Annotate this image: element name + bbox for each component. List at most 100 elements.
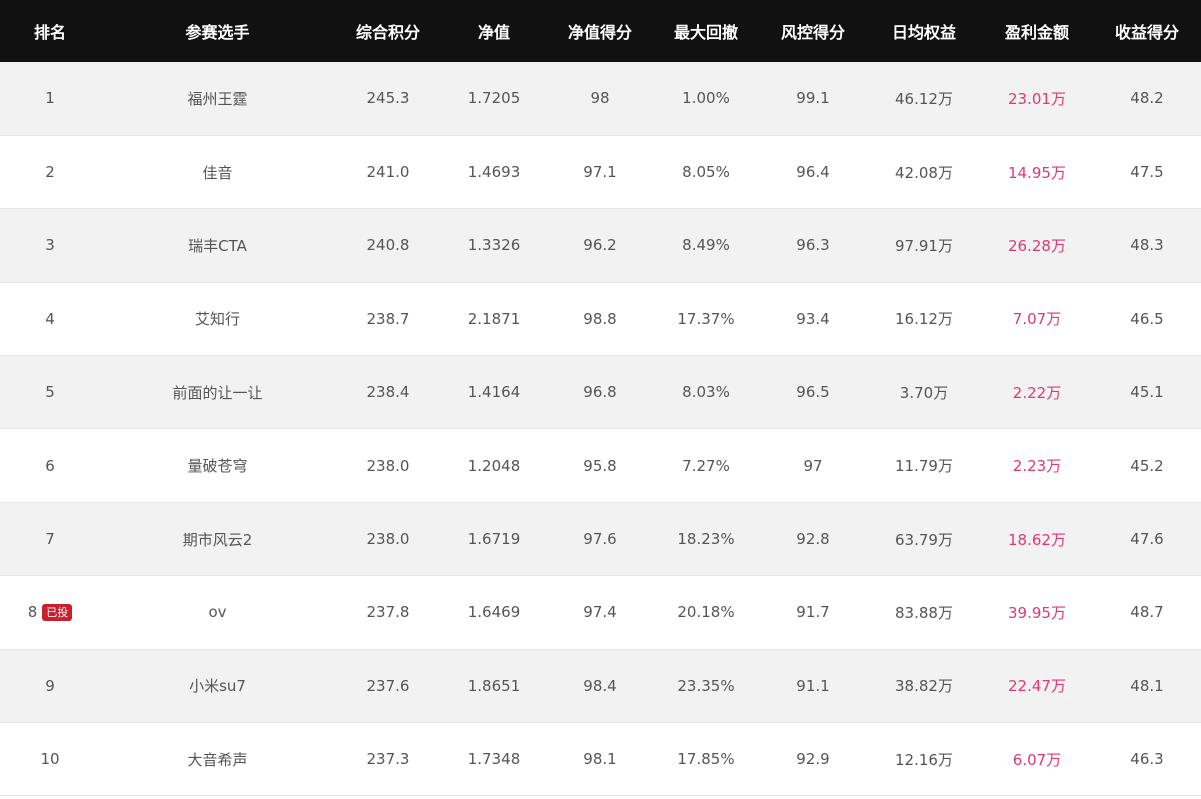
player-name-cell[interactable]: 期市风云2 — [100, 502, 335, 575]
rank-cell: 2 — [0, 135, 100, 208]
table-row[interactable]: 5 前面的让一让 238.4 1.4164 96.8 8.03% 96.5 3.70万 2.22… — [0, 355, 1201, 429]
risk-score-cell: 91.7 — [796, 603, 830, 622]
player-name-cell[interactable]: 前面的让一让 — [100, 356, 335, 429]
player-name-cell[interactable]: ov — [100, 576, 335, 649]
daily-equity-cell: 42.08万 — [895, 163, 953, 182]
rank-number: 1 — [45, 89, 55, 108]
risk-score-cell: 93.4 — [796, 309, 830, 328]
player-name-cell[interactable]: 大音希声 — [100, 723, 335, 796]
total-score-cell: 245.3 — [366, 89, 410, 108]
nav-score-cell: 98 — [590, 89, 610, 108]
profit-cell: 22.47万 — [1008, 677, 1066, 696]
nav-cell: 1.3326 — [467, 236, 521, 255]
invested-badge: 已投 — [42, 604, 73, 622]
table-row[interactable]: 3 瑞丰CTA 240.8 1.3326 96.2 8.49% 96.3 97.91万 26.2… — [0, 208, 1201, 283]
header-player[interactable]: 参赛选手 — [100, 0, 335, 62]
nav-cell: 1.8651 — [467, 676, 521, 695]
return-score-cell: 46.3 — [1130, 750, 1164, 769]
header-profit[interactable]: 盈利金额 — [981, 0, 1093, 62]
rank-cell: 7 — [0, 502, 100, 575]
table-row[interactable]: 9 小米su7 237.6 1.8651 98.4 23.35% 91.1 38.82万 22.… — [0, 649, 1201, 723]
daily-equity-cell: 97.91万 — [895, 236, 953, 255]
nav-score-cell: 97.6 — [583, 530, 617, 549]
rank-number: 7 — [45, 530, 55, 549]
total-score-cell: 238.0 — [366, 456, 410, 475]
total-score-cell: 237.3 — [366, 750, 410, 769]
nav-score-cell: 95.8 — [583, 456, 617, 475]
table-header-row: 排名 参赛选手 综合积分 净值 净值得分 最大回撤 风控得分 日均权益 盈利金额… — [0, 0, 1201, 62]
profit-cell: 2.23万 — [1012, 457, 1062, 476]
rank-number: 3 — [45, 236, 55, 255]
header-nav-score[interactable]: 净值得分 — [547, 0, 653, 62]
rank-number: 2 — [45, 163, 55, 182]
nav-cell: 1.2048 — [467, 456, 521, 475]
risk-score-cell: 91.1 — [796, 676, 830, 695]
header-total-score[interactable]: 综合积分 — [335, 0, 441, 62]
header-daily-equity[interactable]: 日均权益 — [867, 0, 981, 62]
profit-cell: 39.95万 — [1008, 603, 1066, 622]
daily-equity-cell: 12.16万 — [895, 750, 953, 769]
return-score-cell: 46.5 — [1130, 309, 1164, 328]
daily-equity-cell: 63.79万 — [895, 530, 953, 549]
header-nav[interactable]: 净值 — [441, 0, 547, 62]
nav-score-cell: 98.1 — [583, 750, 617, 769]
player-name-cell[interactable]: 福州王霆 — [100, 62, 335, 135]
table-row[interactable]: 10 大音希声 237.3 1.7348 98.1 17.85% 92.9 12.16万 6.0… — [0, 722, 1201, 796]
total-score-cell: 238.4 — [366, 383, 410, 402]
return-score-cell: 48.1 — [1130, 676, 1164, 695]
player-name-cell[interactable]: 艾知行 — [100, 282, 335, 355]
nav-score-cell: 98.8 — [583, 309, 617, 328]
total-score-cell: 237.6 — [366, 676, 410, 695]
max-drawdown-cell: 23.35% — [677, 676, 735, 695]
return-score-cell: 45.2 — [1130, 456, 1164, 475]
return-score-cell: 48.2 — [1130, 89, 1164, 108]
nav-cell: 1.6719 — [467, 530, 521, 549]
nav-cell: 1.6469 — [467, 603, 521, 622]
rank-cell: 8 已投 — [0, 576, 100, 649]
return-score-cell: 48.7 — [1130, 603, 1164, 622]
header-risk-score[interactable]: 风控得分 — [759, 0, 867, 62]
table-body: 1 福州王霆 245.3 1.7205 98 1.00% 99.1 46.12万 23.01万 4… — [0, 62, 1201, 796]
profit-cell: 6.07万 — [1012, 750, 1062, 769]
daily-equity-cell: 83.88万 — [895, 603, 953, 622]
rank-number: 4 — [45, 309, 55, 328]
return-score-cell: 48.3 — [1130, 236, 1164, 255]
table-row[interactable]: 2 佳音 241.0 1.4693 97.1 8.05% 96.4 42.08万 14.95万 4… — [0, 135, 1201, 209]
daily-equity-cell: 38.82万 — [895, 677, 953, 696]
return-score-cell: 45.1 — [1130, 383, 1164, 402]
rank-cell: 4 — [0, 282, 100, 355]
table-row[interactable]: 1 福州王霆 245.3 1.7205 98 1.00% 99.1 46.12万 23.01万 4… — [0, 62, 1201, 136]
player-name-cell[interactable]: 量破苍穹 — [100, 429, 335, 502]
table-row[interactable]: 4 艾知行 238.7 2.1871 98.8 17.37% 93.4 16.12万 7.07万… — [0, 282, 1201, 356]
return-score-cell: 47.6 — [1130, 530, 1164, 549]
rank-number: 10 — [40, 750, 60, 769]
return-score-cell: 47.5 — [1130, 163, 1164, 182]
table-row[interactable]: 8 已投 ov 237.8 1.6469 97.4 20.18% 91.7 83.88万 39.9… — [0, 575, 1201, 650]
nav-cell: 2.1871 — [467, 309, 521, 328]
rank-number: 6 — [45, 456, 55, 475]
max-drawdown-cell: 17.37% — [677, 309, 735, 328]
total-score-cell: 238.7 — [366, 309, 410, 328]
nav-score-cell: 97.4 — [583, 603, 617, 622]
nav-cell: 1.4164 — [467, 383, 521, 402]
daily-equity-cell: 46.12万 — [895, 89, 953, 108]
header-rank[interactable]: 排名 — [0, 0, 100, 62]
header-max-drawdown[interactable]: 最大回撤 — [653, 0, 759, 62]
max-drawdown-cell: 8.03% — [682, 383, 730, 402]
player-name-cell[interactable]: 瑞丰CTA — [100, 209, 335, 282]
rank-number: 8 — [27, 603, 38, 622]
player-name-cell[interactable]: 佳音 — [100, 135, 335, 208]
table-row[interactable]: 7 期市风云2 238.0 1.6719 97.6 18.23% 92.8 63.79万 18.… — [0, 502, 1201, 576]
daily-equity-cell: 3.70万 — [899, 383, 949, 402]
rank-cell: 10 — [0, 723, 100, 796]
profit-cell: 2.22万 — [1012, 383, 1062, 402]
player-name-cell[interactable]: 小米su7 — [100, 649, 335, 722]
total-score-cell: 238.0 — [366, 530, 410, 549]
profit-cell: 14.95万 — [1008, 163, 1066, 182]
rank-cell: 9 — [0, 649, 100, 722]
table-row[interactable]: 6 量破苍穹 238.0 1.2048 95.8 7.27% 97 11.79万 2.23万 45… — [0, 428, 1201, 503]
header-return-score[interactable]: 收益得分 — [1093, 0, 1201, 62]
risk-score-cell: 96.4 — [796, 163, 830, 182]
risk-score-cell: 97 — [803, 456, 823, 475]
max-drawdown-cell: 18.23% — [677, 530, 735, 549]
